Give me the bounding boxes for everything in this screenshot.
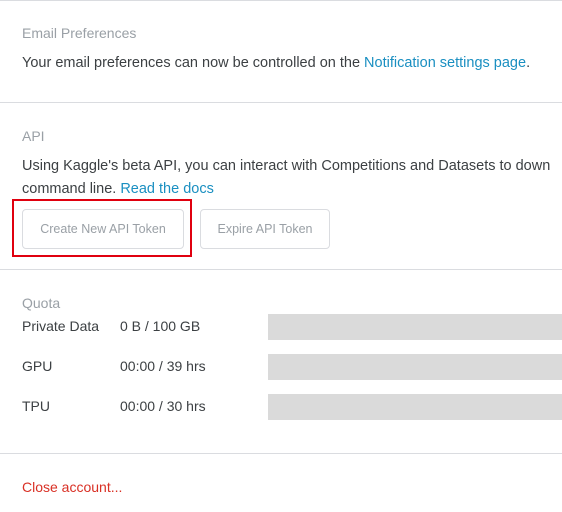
read-the-docs-link[interactable]: Read the docs [120,181,214,197]
quota-value-tpu: 00:00 / 30 hrs [120,398,206,414]
email-text-after: . [526,55,531,71]
email-text-before: Your email preferences can now be contro… [22,55,365,71]
email-section-divider [0,102,562,103]
api-description-line1: Using Kaggle's beta API, you can interac… [22,158,551,174]
quota-label-tpu: TPU [22,398,50,414]
quota-value-gpu: 00:00 / 39 hrs [120,358,206,374]
account-settings-page: Email Preferences Your email preferences… [0,0,562,512]
quota-section-divider [0,453,562,454]
quota-title: Quota [22,295,61,311]
api-section-divider [0,269,562,270]
quota-label-private-data: Private Data [22,318,100,334]
quota-value-private-data: 0 B / 100 GB [120,318,201,334]
email-preferences-title: Email Preferences [22,25,137,41]
quota-bar-gpu [268,354,562,380]
api-description-line2: command line. Read the docs [22,178,214,201]
notification-settings-link[interactable]: Notification settings page [364,55,526,71]
highlight-annotation-box [12,199,192,257]
quota-bar-private-data [268,314,562,340]
top-divider [0,0,562,1]
email-preferences-text: Your email preferences can now be contro… [22,52,530,75]
quota-bar-tpu [268,394,562,420]
api-title: API [22,128,45,144]
expire-api-token-button[interactable]: Expire API Token [200,209,330,249]
close-account-link[interactable]: Close account... [22,479,122,495]
api-line2-text: command line. [22,181,121,197]
quota-label-gpu: GPU [22,358,53,374]
